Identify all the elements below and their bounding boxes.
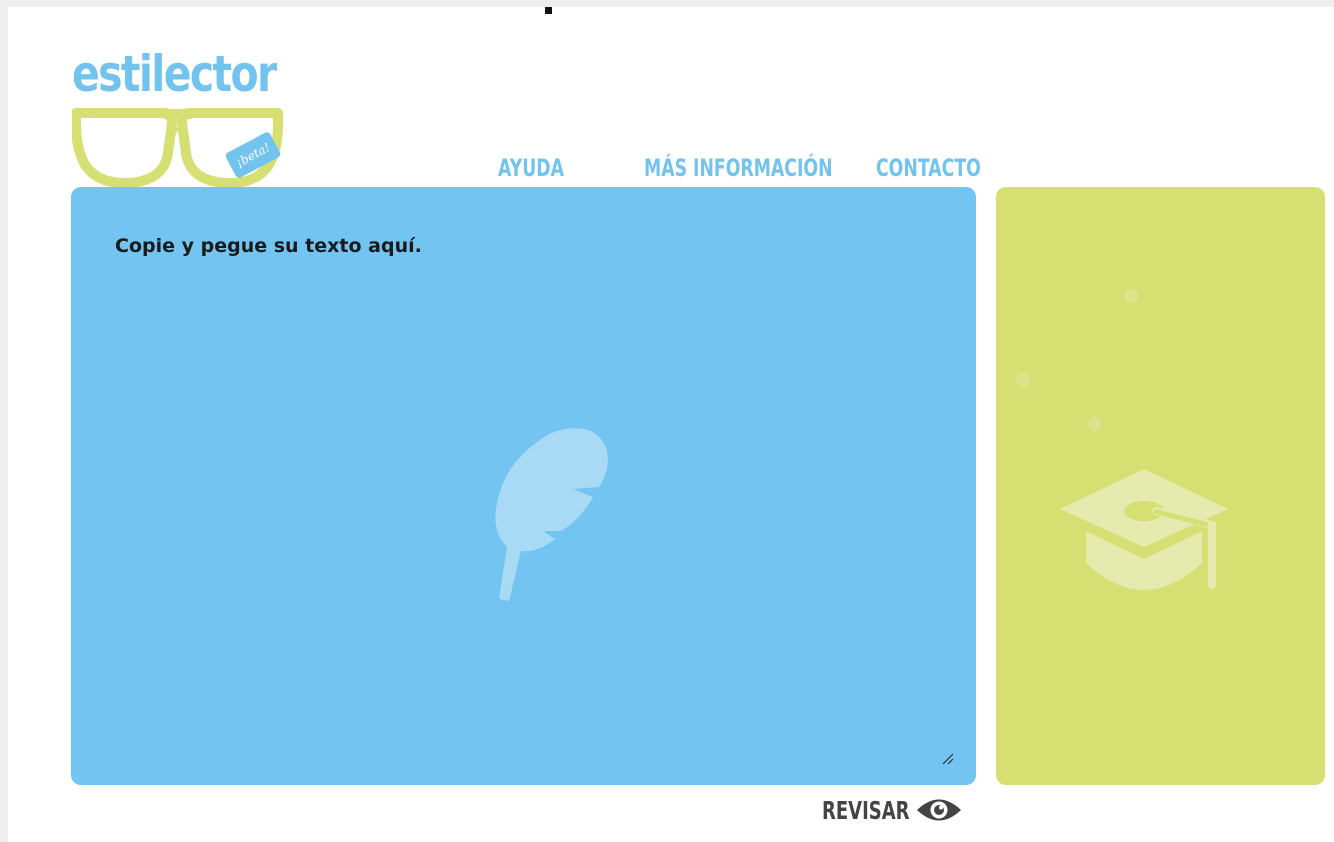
review-button[interactable]: REVISAR	[822, 793, 962, 827]
text-editor-panel	[71, 187, 976, 785]
logo-mark: yl	[170, 123, 184, 139]
review-label: REVISAR	[822, 795, 910, 825]
logo-text: estilector	[72, 45, 277, 103]
top-marker	[545, 7, 552, 14]
decorative-dot	[1088, 417, 1102, 431]
eye-icon	[917, 799, 961, 821]
logo[interactable]: estilector yl ¡beta!	[72, 47, 284, 193]
page: estilector yl ¡beta! AYUDA MÁS INFORMACI…	[8, 7, 1334, 842]
graduation-cap-icon	[1060, 469, 1228, 590]
decorative-dot	[1124, 289, 1138, 303]
nav-help-link[interactable]: AYUDA	[498, 154, 564, 182]
decorative-dot	[1016, 373, 1030, 387]
results-panel	[996, 187, 1325, 785]
nav-contact-link[interactable]: CONTACTO	[876, 154, 981, 182]
nav-more-info-link[interactable]: MÁS INFORMACIÓN	[644, 154, 833, 182]
text-input[interactable]	[71, 187, 976, 785]
